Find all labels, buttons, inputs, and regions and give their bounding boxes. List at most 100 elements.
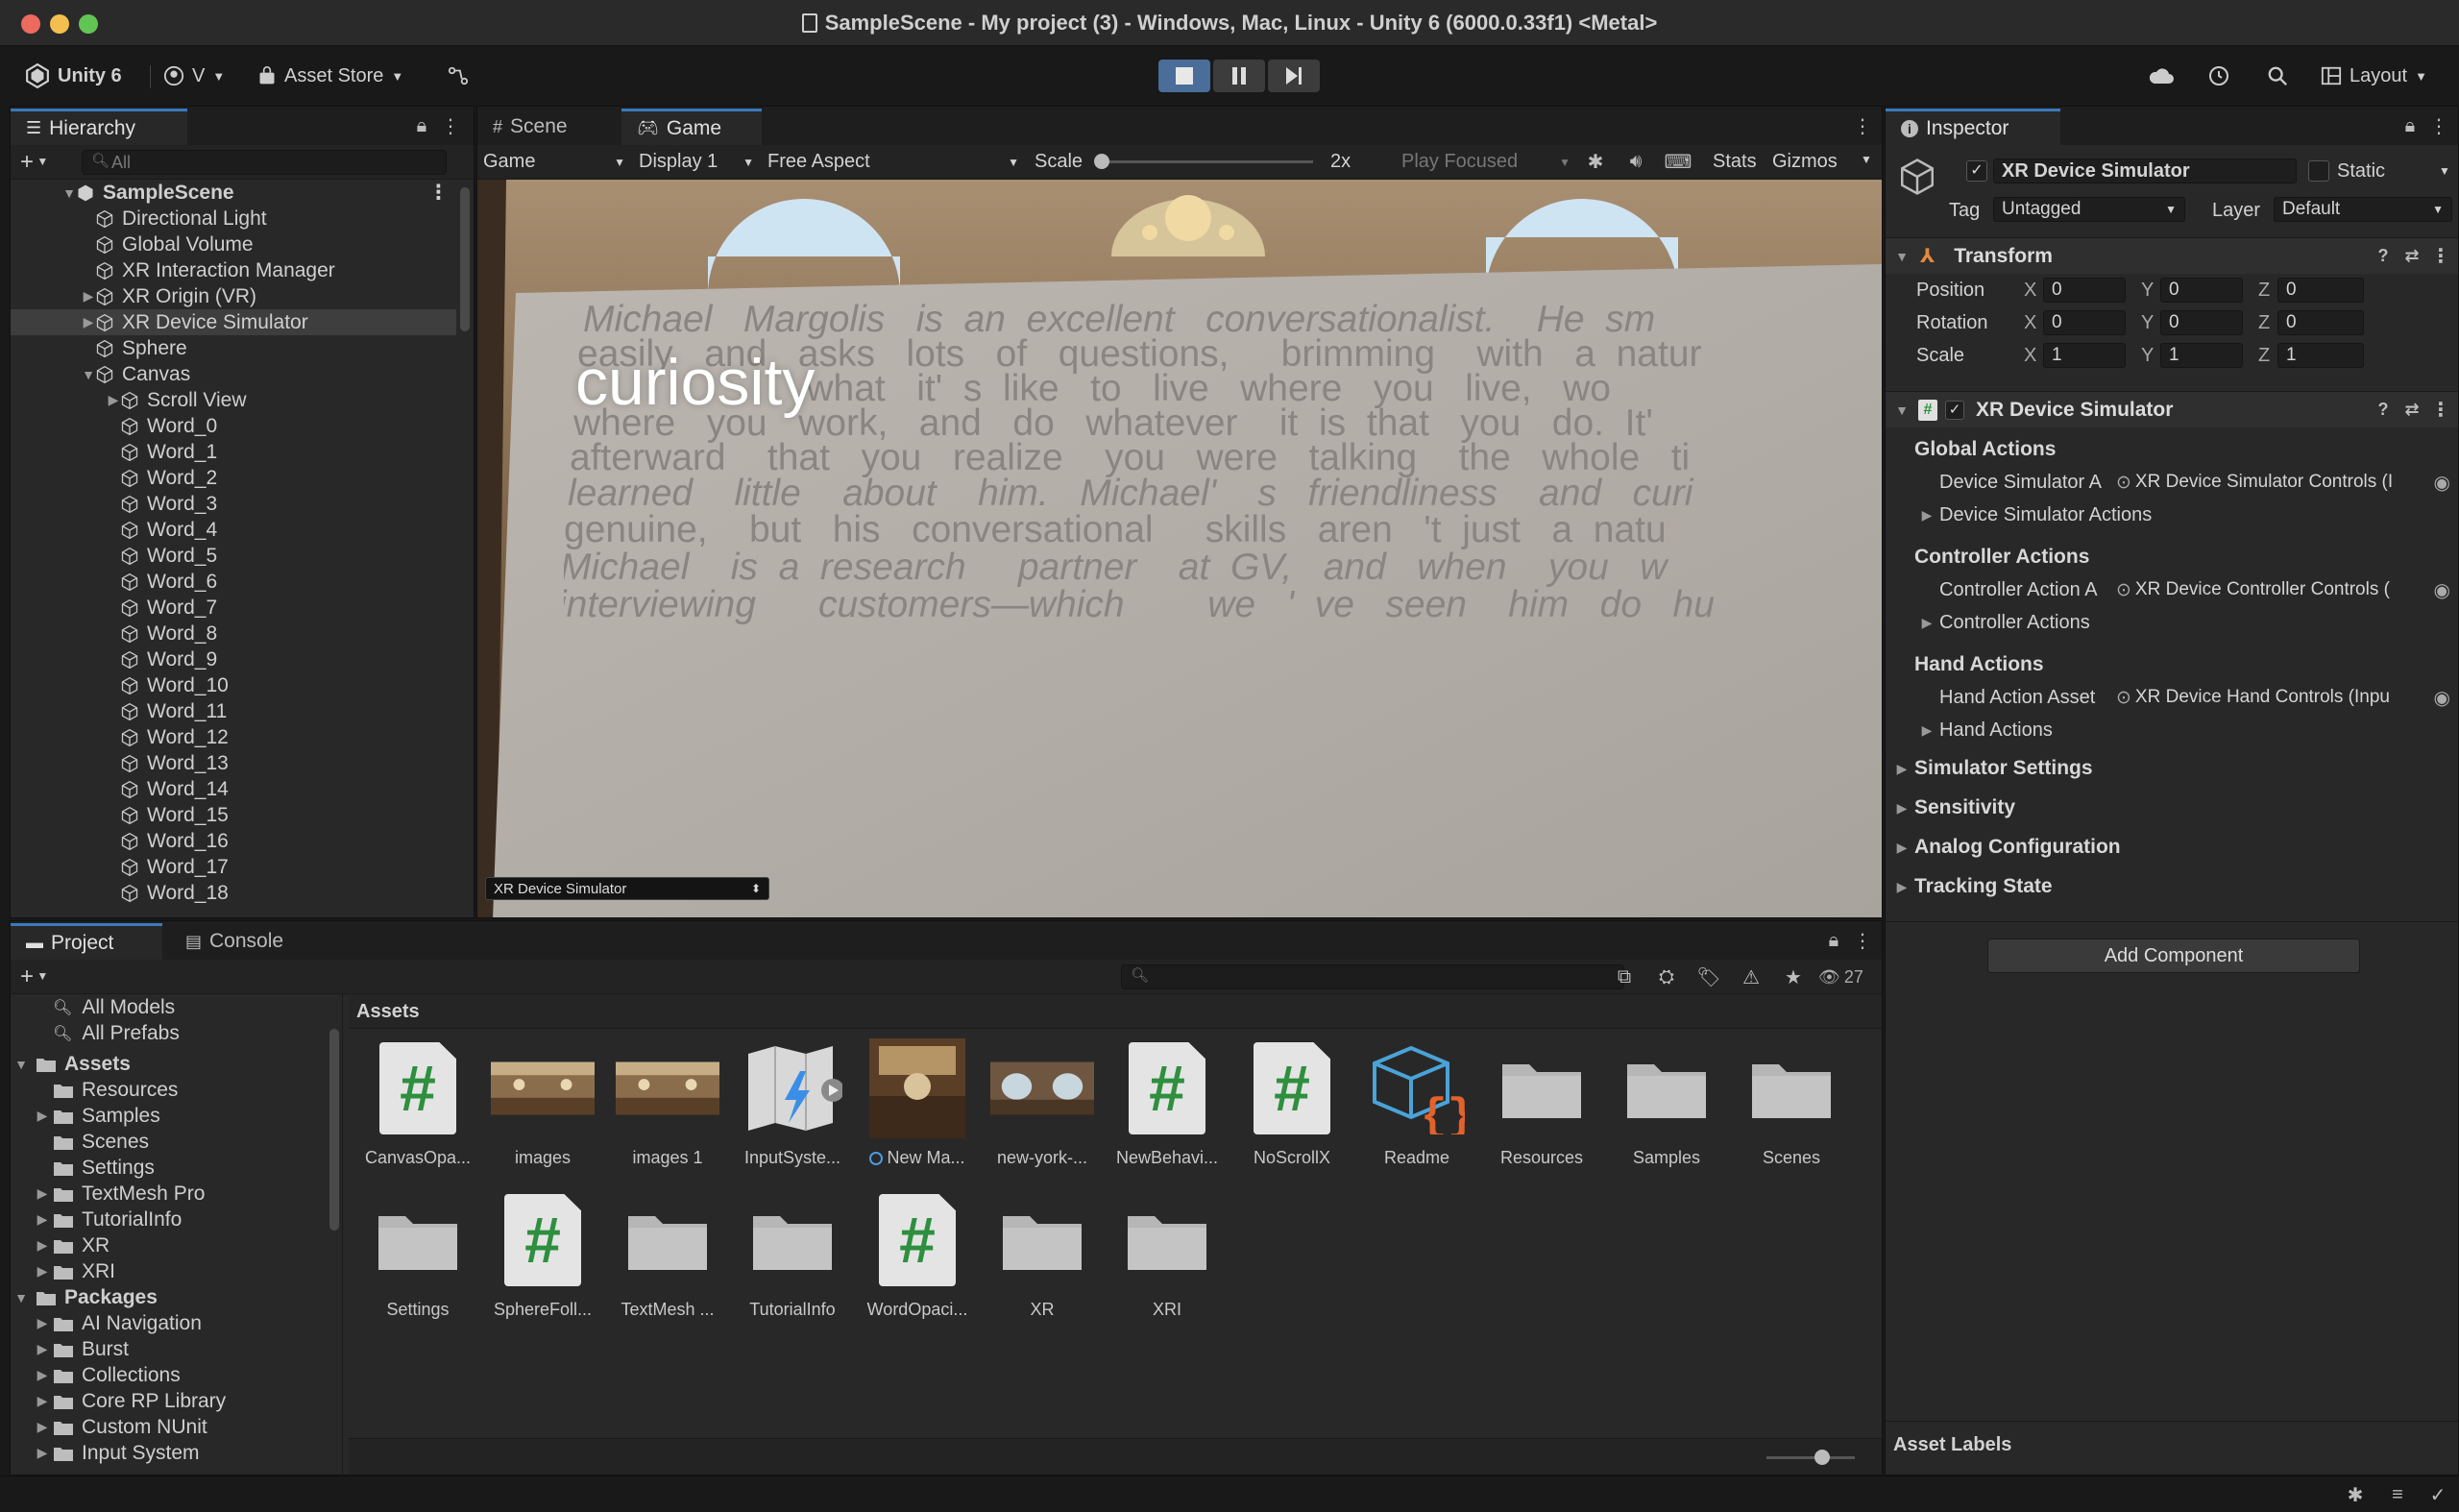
asset-store-dropdown[interactable]: Asset Store ▼ — [257, 61, 403, 90]
search-options-icon[interactable]: ⧉ — [1611, 963, 1638, 990]
transform-position-z-input[interactable]: 0 — [2277, 278, 2364, 303]
package-folder-item[interactable]: ▶ Custom NUnit — [11, 1414, 323, 1440]
game-mode-dropdown[interactable]: Game ▼ — [483, 151, 625, 173]
expand-arrow-icon[interactable]: ▶ — [107, 392, 120, 408]
unity-menu-button[interactable]: Unity 6 — [25, 61, 122, 90]
tab-game[interactable]: 🎮︎ Game — [621, 109, 762, 145]
project-folder-item[interactable]: ▶ TutorialInfo — [11, 1207, 323, 1232]
lock-icon[interactable]: 🔒︎ — [1820, 927, 1847, 954]
hierarchy-row[interactable]: Word_16 — [11, 828, 456, 854]
hierarchy-row[interactable]: Word_10 — [11, 672, 456, 698]
bug-off-icon[interactable]: ✱ — [2342, 1481, 2369, 1508]
asset-item[interactable]: images 1 — [610, 1036, 725, 1168]
package-folder-item[interactable]: ▶ AI Navigation — [11, 1310, 323, 1336]
help-icon[interactable]: ? — [2370, 397, 2397, 424]
scale-slider[interactable] — [1094, 154, 1313, 169]
hierarchy-row[interactable]: Word_15 — [11, 802, 456, 828]
gizmos-chevron-down-icon[interactable]: ▼ — [1861, 153, 1872, 166]
version-control-button[interactable] — [448, 61, 469, 90]
hierarchy-row[interactable]: Sphere — [11, 335, 456, 361]
transform-position-x-input[interactable]: 0 — [2043, 278, 2126, 303]
packages-root[interactable]: ▼ Packages — [11, 1284, 323, 1310]
search-button[interactable] — [2267, 61, 2288, 90]
expand-arrow-icon[interactable]: ▼ — [14, 1290, 28, 1305]
hierarchy-row[interactable]: Word_5 — [11, 543, 456, 569]
expand-arrow-icon[interactable]: ▼ — [82, 367, 95, 382]
controller-object-field[interactable]: ⊙ XR Device Controller Controls ( — [2108, 577, 2435, 602]
asset-item[interactable]: Samples — [1609, 1036, 1724, 1168]
hierarchy-row[interactable]: Word_18 — [11, 880, 456, 906]
tab-inspector[interactable]: i Inspector — [1886, 109, 2060, 145]
asset-item[interactable]: TextMesh ... — [610, 1188, 725, 1320]
hierarchy-row[interactable]: ▼ Canvas — [11, 361, 456, 387]
pause-button[interactable] — [1213, 60, 1265, 92]
expand-arrow-icon[interactable]: ▶ — [36, 1315, 49, 1331]
lock-icon[interactable]: 🔒︎ — [2397, 112, 2423, 139]
favorite-item[interactable]: 🔍︎ All Models — [11, 994, 323, 1020]
slider-handle[interactable] — [1814, 1450, 1830, 1465]
preset-icon[interactable]: ⇄ — [2398, 397, 2425, 424]
create-asset-button[interactable]: + ▼ — [20, 963, 48, 990]
device-sim-actions-foldout[interactable]: ▶ Device Simulator Actions — [1886, 500, 2458, 529]
expand-arrow-icon[interactable]: ▶ — [1895, 879, 1909, 895]
breadcrumb-assets[interactable]: Assets — [356, 1001, 420, 1023]
project-folder-item[interactable]: Settings — [11, 1155, 323, 1181]
hierarchy-row[interactable]: Global Volume — [11, 232, 456, 257]
kebab-menu-icon[interactable]: ⋮ — [2427, 397, 2454, 424]
asset-item[interactable]: # WordOpaci... — [860, 1188, 975, 1320]
scrollbar-thumb[interactable] — [460, 187, 470, 331]
project-search-input[interactable]: 🔍︎ — [1121, 964, 1624, 989]
package-folder-item[interactable]: ▶ Core RP Library — [11, 1388, 323, 1414]
scrollbar-thumb[interactable] — [329, 1029, 339, 1231]
transform-rotation-x-input[interactable]: 0 — [2043, 310, 2126, 335]
asset-item[interactable]: TutorialInfo — [735, 1188, 850, 1320]
tab-hierarchy[interactable]: ☰ Hierarchy — [11, 109, 187, 145]
kebab-menu-icon[interactable]: ⋮ — [437, 112, 464, 139]
expand-arrow-icon[interactable]: ▶ — [36, 1211, 49, 1228]
filter-by-type-icon[interactable]: ⛭ — [1653, 963, 1680, 990]
project-folder-item[interactable]: ▶ TextMesh Pro — [11, 1181, 323, 1207]
hidden-packages-toggle[interactable]: 👁︎ 27 — [1818, 967, 1863, 988]
asset-item[interactable]: XR — [985, 1188, 1100, 1320]
object-picker-icon[interactable]: ◉ — [2434, 471, 2450, 495]
assets-root[interactable]: ▼ Assets — [11, 1051, 323, 1077]
controller-actions-foldout[interactable]: ▶ Controller Actions — [1886, 608, 2458, 637]
layout-dropdown[interactable]: Layout ▼ — [2321, 61, 2427, 90]
hierarchy-row[interactable]: XR Interaction Manager — [11, 257, 456, 283]
hierarchy-row[interactable]: ▶ XR Origin (VR) — [11, 283, 456, 309]
filter-by-label-icon[interactable]: 🏷︎ — [1695, 963, 1722, 990]
lock-icon[interactable]: 🔒︎ — [408, 112, 435, 139]
transform-rotation-y-input[interactable]: 0 — [2160, 310, 2243, 335]
project-folder-item[interactable]: Resources — [11, 1077, 323, 1103]
expand-arrow-icon[interactable]: ▶ — [36, 1237, 49, 1254]
gizmos-button[interactable]: Gizmos — [1772, 151, 1838, 173]
expand-arrow-icon[interactable]: ▶ — [82, 288, 95, 305]
expand-arrow-icon[interactable]: ▶ — [36, 1445, 49, 1461]
asset-item[interactable]: images — [485, 1036, 600, 1168]
project-tree-scrollbar[interactable] — [328, 996, 341, 1469]
sensitivity-foldout[interactable]: ▶ Sensitivity — [1886, 792, 2458, 824]
display-dropdown[interactable]: Display 1 ▼ — [639, 151, 754, 173]
expand-arrow-icon[interactable]: ▶ — [36, 1185, 49, 1202]
cloud-button[interactable] — [2148, 61, 2175, 90]
hierarchy-row[interactable]: ▶ XR Device Simulator — [11, 309, 456, 335]
help-icon[interactable]: ? — [2370, 243, 2397, 270]
hierarchy-scrollbar[interactable] — [458, 180, 472, 912]
transform-scale-z-input[interactable]: 1 — [2277, 343, 2364, 368]
tab-scene[interactable]: # Scene — [477, 109, 621, 145]
hierarchy-row[interactable]: ▶ Scroll View — [11, 387, 456, 413]
hierarchy-row[interactable]: Word_17 — [11, 854, 456, 880]
asset-item[interactable]: XRI — [1109, 1188, 1225, 1320]
account-dropdown[interactable]: V ▼ — [163, 61, 225, 90]
tracking-state-foldout[interactable]: ▶ Tracking State — [1886, 870, 2458, 903]
asset-item[interactable]: # NoScrollX — [1234, 1036, 1350, 1168]
expand-arrow-icon[interactable]: ▶ — [82, 314, 95, 330]
hierarchy-row[interactable]: Word_7 — [11, 595, 456, 621]
game-render-view[interactable]: Michael Margolis is an excellent convers… — [477, 180, 1882, 917]
progress-icon[interactable]: ≡ — [2384, 1481, 2411, 1508]
expand-arrow-icon[interactable]: ▼ — [62, 185, 76, 201]
package-folder-item[interactable]: ▶ Input System — [11, 1440, 323, 1466]
expand-arrow-icon[interactable]: ▶ — [1920, 722, 1934, 739]
icon-size-slider[interactable] — [1766, 1450, 1855, 1465]
scene-root-row[interactable]: ▼ SampleScene ⋮ — [11, 180, 456, 206]
